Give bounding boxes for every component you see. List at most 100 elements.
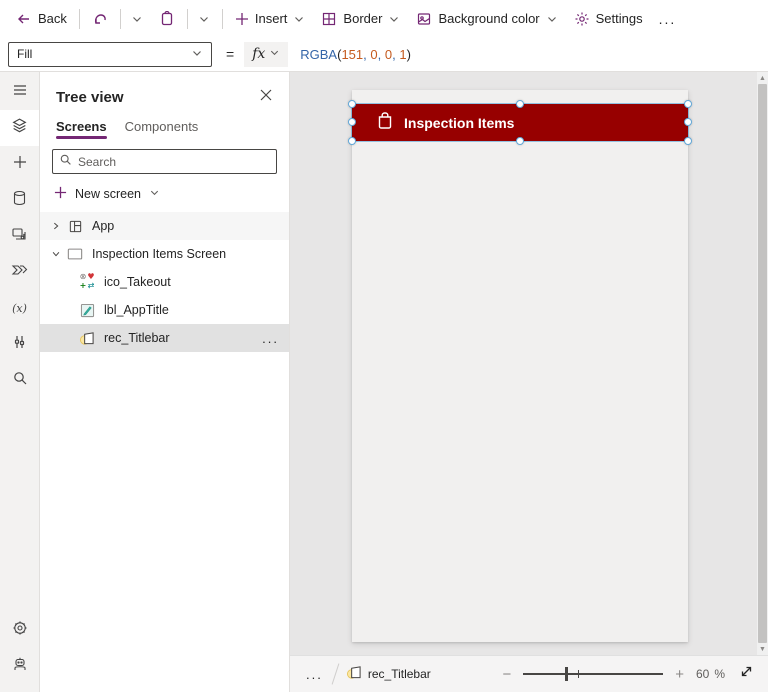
chevron-down-icon bbox=[48, 249, 64, 259]
chevron-down-icon bbox=[269, 45, 280, 63]
zoom-in-button[interactable]: + bbox=[673, 666, 686, 683]
tree-item-app[interactable]: App bbox=[40, 212, 289, 240]
scrollbar-thumb[interactable] bbox=[758, 84, 767, 643]
scroll-down-arrow-icon[interactable]: ▼ bbox=[759, 643, 766, 655]
tree-view-panel: Tree view Screens Components New screen bbox=[40, 72, 290, 692]
undo-icon bbox=[92, 11, 108, 27]
tree-item-label: ico_Takeout bbox=[104, 275, 171, 289]
tree-panel-tabs: Screens Components bbox=[40, 115, 289, 141]
vertical-scrollbar[interactable]: ▲ ▼ bbox=[757, 72, 768, 655]
plus-icon bbox=[54, 186, 67, 202]
toolbar-divider bbox=[78, 8, 80, 29]
robot-icon bbox=[12, 656, 28, 677]
tree-item-label: rec_Titlebar bbox=[104, 331, 170, 345]
tree-item-lbl-apptitle[interactable]: lbl_AppTitle bbox=[40, 296, 289, 324]
undo-dropdown-chevron[interactable] bbox=[123, 9, 151, 29]
rail-item-copilot[interactable] bbox=[0, 648, 39, 684]
zoom-unit: % bbox=[714, 667, 725, 681]
fx-dropdown[interactable]: fx bbox=[244, 41, 289, 67]
fullscreen-button[interactable] bbox=[739, 664, 754, 684]
rail-item-menu[interactable] bbox=[0, 74, 39, 110]
selection-handle-top-right[interactable] bbox=[684, 100, 692, 108]
background-color-icon bbox=[416, 11, 432, 27]
left-rail: (x) bbox=[0, 72, 40, 692]
rail-item-data[interactable] bbox=[0, 182, 39, 218]
variables-icon: (x) bbox=[12, 301, 27, 315]
main-area: (x) Tree view Screens Components Search … bbox=[0, 72, 768, 692]
zoom-out-button[interactable]: − bbox=[500, 666, 513, 683]
selection-handle-bottom-right[interactable] bbox=[684, 137, 692, 145]
settings-button[interactable]: Settings bbox=[566, 7, 651, 31]
tree-panel-header: Tree view bbox=[40, 72, 289, 115]
chevron-down-icon bbox=[191, 47, 203, 62]
chevron-right-icon bbox=[48, 221, 64, 231]
canvas-area: Inspection Items ▲ ▼ ... rec_Titlebar − … bbox=[290, 72, 768, 692]
toolbar-overflow-button[interactable]: ... bbox=[651, 11, 685, 27]
chevron-down-icon bbox=[388, 13, 400, 25]
rail-item-media[interactable] bbox=[0, 218, 39, 254]
breadcrumb-overflow-button[interactable]: ... bbox=[298, 665, 331, 684]
titlebar-label: Inspection Items bbox=[404, 114, 515, 131]
chevron-down-icon bbox=[546, 13, 558, 25]
selection-handle-top-left[interactable] bbox=[348, 100, 356, 108]
new-screen-label: New screen bbox=[75, 187, 141, 201]
property-dropdown[interactable]: Fill bbox=[8, 41, 212, 67]
label-control-icon bbox=[78, 303, 96, 318]
hamburger-menu-icon bbox=[12, 82, 28, 103]
breadcrumb-separator bbox=[331, 663, 340, 685]
zoom-slider-track bbox=[523, 673, 664, 675]
chevron-down-icon bbox=[293, 13, 305, 25]
zoom-slider[interactable] bbox=[523, 666, 664, 682]
tree-item-label: App bbox=[92, 219, 115, 233]
formula-input[interactable]: RGBA(151, 0, 0, 1) bbox=[300, 47, 411, 62]
tree-item-ico-takeout[interactable]: ⊗ ♥ + ⇄ ico_Takeout bbox=[40, 268, 289, 296]
tab-components[interactable]: Components bbox=[125, 119, 199, 141]
rail-item-variables[interactable]: (x) bbox=[0, 290, 39, 326]
diagonal-expand-icon bbox=[739, 664, 754, 684]
paste-button[interactable] bbox=[151, 7, 183, 31]
selection-handle-bottom-left[interactable] bbox=[348, 137, 356, 145]
search-icon bbox=[12, 370, 28, 391]
selection-handle-top-center[interactable] bbox=[516, 100, 524, 108]
chevron-down-icon bbox=[131, 13, 143, 25]
app-icon bbox=[66, 219, 84, 234]
background-color-button[interactable]: Background color bbox=[408, 7, 565, 31]
zoom-value: 60 bbox=[695, 667, 710, 681]
tree-item-label: Inspection Items Screen bbox=[92, 247, 227, 261]
zoom-slider-detent bbox=[577, 670, 580, 678]
insert-button[interactable]: Insert bbox=[227, 7, 314, 30]
rail-item-power-automate[interactable] bbox=[0, 254, 39, 290]
gear-icon bbox=[574, 11, 590, 27]
row-overflow-button[interactable]: ... bbox=[262, 331, 279, 346]
plus-icon bbox=[235, 12, 249, 26]
tree-item-rec-titlebar[interactable]: rec_Titlebar ... bbox=[40, 324, 289, 352]
paste-dropdown-chevron[interactable] bbox=[190, 9, 218, 29]
tab-screens[interactable]: Screens bbox=[56, 119, 107, 141]
zoom-slider-thumb[interactable] bbox=[565, 667, 569, 681]
rec-titlebar-shape[interactable]: Inspection Items bbox=[351, 103, 689, 142]
tree-view-layers-icon bbox=[11, 117, 28, 139]
new-screen-button[interactable]: New screen bbox=[40, 178, 289, 212]
icon-control-icon: ⊗ ♥ + ⇄ bbox=[79, 272, 95, 290]
rail-item-settings[interactable] bbox=[0, 612, 39, 648]
rail-item-advanced-tools[interactable] bbox=[0, 326, 39, 362]
back-button[interactable]: Back bbox=[8, 7, 75, 31]
close-icon[interactable] bbox=[257, 86, 275, 109]
back-label: Back bbox=[38, 11, 67, 26]
selection-handle-middle-right[interactable] bbox=[684, 118, 692, 126]
breadcrumb-rec-titlebar[interactable]: rec_Titlebar bbox=[346, 665, 431, 683]
selection-handle-bottom-center[interactable] bbox=[516, 137, 524, 145]
rail-item-tree-view[interactable] bbox=[0, 110, 39, 146]
search-input[interactable] bbox=[78, 154, 270, 169]
app-screen-canvas[interactable] bbox=[352, 90, 688, 642]
rail-item-search[interactable] bbox=[0, 362, 39, 398]
rectangle-shape-icon bbox=[346, 665, 362, 683]
rail-item-insert[interactable] bbox=[0, 146, 39, 182]
fx-label: fx bbox=[252, 46, 266, 62]
undo-button[interactable] bbox=[84, 7, 116, 31]
selection-handle-middle-left[interactable] bbox=[348, 118, 356, 126]
zoom-percentage: 60 % bbox=[696, 667, 725, 681]
border-button[interactable]: Border bbox=[313, 7, 408, 31]
tree-item-inspection-items-screen[interactable]: Inspection Items Screen bbox=[40, 240, 289, 268]
scroll-up-arrow-icon[interactable]: ▲ bbox=[759, 72, 766, 84]
